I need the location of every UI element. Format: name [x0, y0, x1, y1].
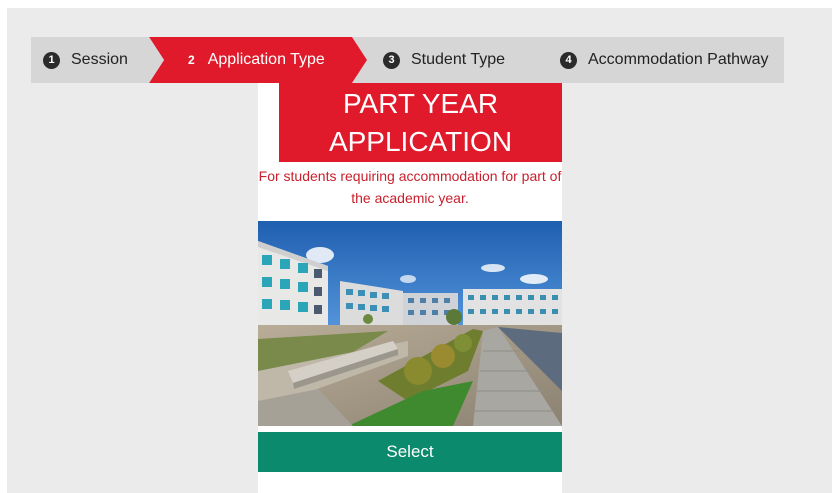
- card-title-line1: PART YEAR: [342, 87, 499, 119]
- card-title: PART YEAR APPLICATION: [279, 83, 562, 162]
- step-label: Session: [71, 51, 128, 68]
- step-number-badge: 2: [188, 53, 195, 67]
- step-number-badge: 3: [383, 51, 400, 69]
- application-type-card: PART YEAR APPLICATION For students requi…: [258, 83, 562, 493]
- step-label: Application Type: [207, 51, 325, 68]
- card-description: For students requiring accommodation for…: [258, 168, 562, 206]
- step-student-type[interactable]: 3 Student Type: [352, 37, 540, 83]
- step-session[interactable]: 1 Session: [31, 37, 164, 83]
- campus-photo: [258, 221, 562, 426]
- step-application-type[interactable]: 2 Application Type: [149, 37, 367, 83]
- step-number-badge: 4: [560, 51, 577, 69]
- step-label: Student Type: [411, 51, 505, 68]
- step-label: Accommodation Pathway: [588, 51, 769, 68]
- step-number-badge: 1: [43, 51, 60, 69]
- step-accommodation-pathway[interactable]: 4 Accommodation Pathway: [525, 37, 784, 83]
- campus-buildings-image: [258, 221, 562, 426]
- select-button[interactable]: Select: [258, 432, 562, 472]
- card-title-line2: APPLICATION: [328, 125, 513, 157]
